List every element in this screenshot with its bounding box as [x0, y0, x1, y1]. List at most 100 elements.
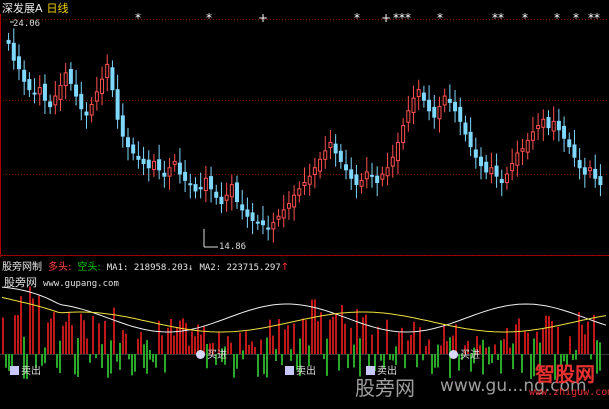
- volume-bar: [338, 354, 340, 371]
- buy-marker-icon: [449, 350, 458, 359]
- candle: [525, 132, 530, 160]
- volume-bar: [488, 354, 490, 365]
- volume-bar: [119, 354, 121, 370]
- volume-bar: [2, 317, 4, 354]
- volume-bar: [491, 354, 493, 363]
- site-url: www.gupang.com: [43, 279, 119, 289]
- candle-body: [328, 141, 333, 148]
- volume-bar: [575, 349, 577, 354]
- sell-signal: 卖出: [285, 362, 316, 377]
- volume-bar: [302, 318, 304, 354]
- candle-body: [395, 141, 400, 162]
- candle: [556, 108, 561, 142]
- volume-bar: [191, 331, 193, 354]
- candle-body: [349, 169, 354, 179]
- volume-bar: [515, 324, 517, 354]
- volume-bar: [443, 324, 445, 354]
- volume-bar: [149, 354, 151, 360]
- candle: [536, 113, 541, 141]
- candle: [530, 116, 535, 150]
- candle: [42, 74, 47, 114]
- volume-bar: [32, 298, 34, 354]
- candle-body: [551, 120, 556, 132]
- candle: [572, 129, 577, 167]
- candle: [48, 94, 53, 114]
- candle-body: [235, 182, 240, 202]
- candle: [567, 132, 572, 155]
- volume-bar: [128, 354, 130, 360]
- candle: [141, 146, 146, 176]
- candle-body: [359, 179, 364, 187]
- candle-body: [22, 69, 27, 82]
- volume-bar: [446, 341, 448, 354]
- candle: [177, 148, 182, 184]
- high-price-label: 24.06: [13, 19, 41, 29]
- volume-bar: [233, 354, 235, 378]
- candle-body: [27, 79, 32, 91]
- volume-bar: [89, 354, 91, 363]
- volume-bar: [305, 320, 307, 354]
- candle: [219, 182, 224, 214]
- volume-bar: [578, 311, 580, 354]
- volume-bar: [146, 354, 148, 374]
- volume-bar: [353, 344, 355, 354]
- volume-bar: [332, 316, 334, 354]
- candle: [598, 164, 603, 197]
- volume-bar: [335, 312, 337, 354]
- candle-body: [188, 183, 193, 186]
- candle-body: [572, 144, 577, 158]
- volume-bar: [263, 354, 265, 375]
- volume-bar: [545, 315, 547, 354]
- candle-body: [364, 171, 369, 180]
- volume-bar: [299, 338, 301, 354]
- volume-bar: [50, 318, 52, 354]
- candle-body: [333, 143, 338, 154]
- candle-body: [344, 164, 349, 171]
- volume-bar: [380, 354, 382, 361]
- volume-bar: [488, 346, 490, 354]
- volume-bar: [371, 334, 373, 354]
- candle-body: [562, 125, 567, 139]
- volume-bar: [245, 331, 247, 354]
- volume-bar: [44, 354, 46, 364]
- volume-bar: [323, 354, 325, 360]
- volume-bar: [143, 344, 145, 354]
- volume-bar: [395, 346, 397, 354]
- candle-body: [250, 212, 255, 221]
- candlestick-chart[interactable]: [0, 0, 609, 257]
- buy-marker-icon: [196, 350, 205, 359]
- candle-body: [6, 39, 11, 44]
- candle: [235, 175, 240, 209]
- signal-marker: *: [437, 11, 443, 25]
- signal-marker: **: [492, 11, 504, 25]
- candle: [79, 81, 84, 121]
- volume-bar: [356, 309, 358, 354]
- volume-bar: [542, 328, 544, 354]
- candle-body: [162, 172, 167, 177]
- volume-bar: [527, 332, 529, 354]
- candle: [546, 110, 551, 136]
- volume-bar: [350, 327, 352, 354]
- candle: [120, 103, 125, 148]
- candle: [484, 154, 489, 180]
- candle: [229, 174, 234, 211]
- volume-bar: [512, 354, 514, 370]
- candle-body: [390, 156, 395, 167]
- candle-body: [11, 42, 16, 61]
- volume-bar: [347, 354, 349, 369]
- volume-bar: [251, 341, 253, 354]
- candle: [458, 97, 463, 136]
- candle-body: [203, 177, 208, 192]
- volume-bar: [428, 339, 430, 354]
- candle-body: [219, 196, 224, 205]
- candle: [271, 212, 276, 243]
- volume-bar: [512, 343, 514, 354]
- signal-marker: *: [354, 11, 360, 25]
- candle-body: [577, 160, 582, 169]
- signal-label: 卖出: [21, 366, 41, 377]
- volume-bar: [23, 336, 25, 354]
- candle-body: [536, 125, 541, 130]
- candle: [494, 153, 499, 188]
- volume-bar: [509, 347, 511, 354]
- candle: [364, 156, 369, 189]
